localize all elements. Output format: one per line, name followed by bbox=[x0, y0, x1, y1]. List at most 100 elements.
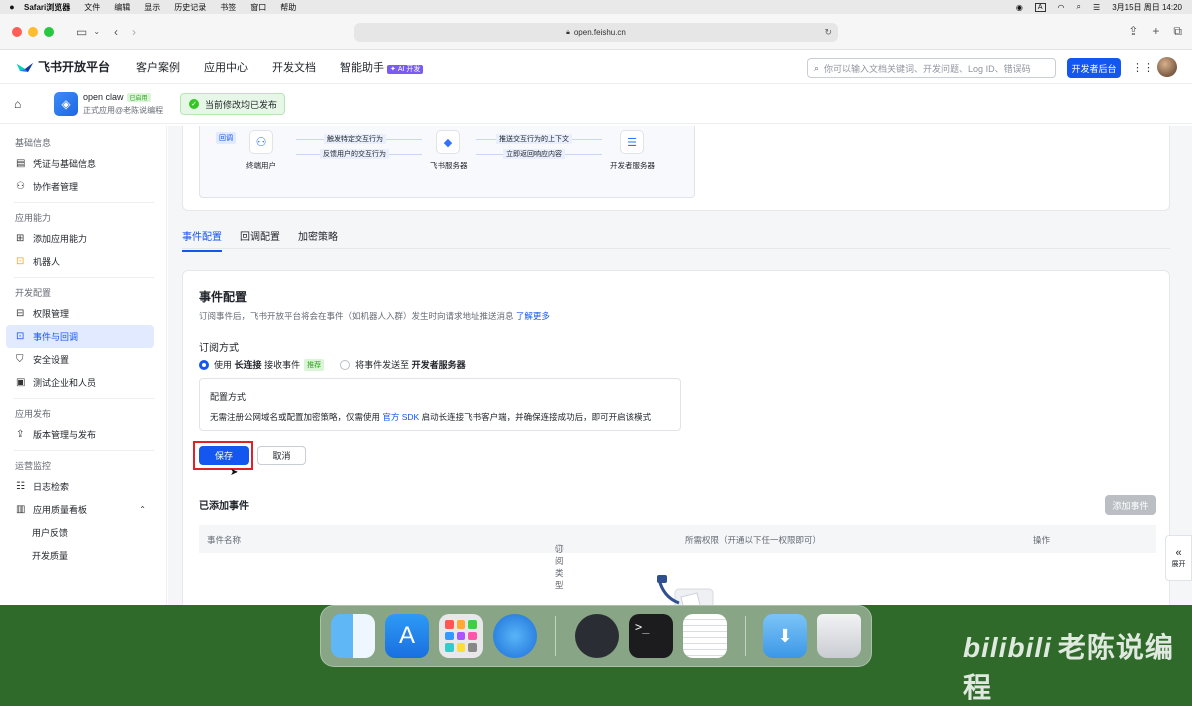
window-controls bbox=[12, 26, 54, 37]
subscription-title: 订阅方式 bbox=[199, 343, 239, 354]
finder-icon[interactable] bbox=[331, 614, 375, 658]
added-events-title: 已添加事件 bbox=[199, 501, 249, 512]
sidebar-item-collaborators[interactable]: ⚇ 协作者管理 bbox=[6, 175, 154, 198]
event-config-card: 事件配置 订阅事件后，飞书开放平台将会在事件（如机器人入群）发生时向请求地址推送… bbox=[182, 270, 1170, 605]
nav-cases[interactable]: 客户案例 bbox=[136, 59, 180, 75]
divider bbox=[14, 450, 154, 451]
chevron-down-icon[interactable]: ⌄ bbox=[93, 27, 100, 36]
menu-edit[interactable]: 编辑 bbox=[114, 2, 130, 13]
sidebar-item-bot[interactable]: ⊡ 机器人 bbox=[6, 250, 154, 273]
chart-icon: ▥ bbox=[16, 504, 26, 515]
feishu-node-icon: ◆ bbox=[436, 130, 460, 154]
menu-file[interactable]: 文件 bbox=[84, 2, 100, 13]
expand-label: 展开 bbox=[1171, 560, 1186, 568]
ai-badge: ✦ AI 开发 bbox=[387, 64, 424, 74]
close-window-icon[interactable] bbox=[12, 26, 22, 37]
sidebar-item-label: 版本管理与发布 bbox=[33, 430, 97, 440]
nav-docs[interactable]: 开发文档 bbox=[272, 59, 316, 75]
event-icon: ⊡ bbox=[16, 331, 25, 342]
sidebar-toggle-icon[interactable]: ▭ bbox=[76, 25, 87, 39]
brand-logo[interactable]: 飞书开放平台 bbox=[16, 58, 110, 75]
dock-separator bbox=[555, 616, 556, 656]
section-title: 事件配置 bbox=[199, 290, 248, 304]
sidebar-item-feedback[interactable]: 用户反馈 bbox=[6, 521, 154, 544]
address-bar[interactable]: 🔒︎ open.feishu.cn ↻ bbox=[354, 23, 838, 42]
minimize-window-icon[interactable] bbox=[28, 26, 38, 37]
menu-help[interactable]: 帮助 bbox=[280, 2, 296, 13]
share-icon[interactable]: ⇪ bbox=[1128, 24, 1138, 39]
terminal-icon[interactable]: >_ bbox=[629, 614, 673, 658]
sidebar-item-test[interactable]: ▣ 测试企业和人员 bbox=[6, 371, 154, 394]
radio-long-connection[interactable]: 使用 长连接 接收事件 推荐 bbox=[199, 358, 325, 371]
sidebar-item-events[interactable]: ⊡ 事件与回调 bbox=[6, 325, 154, 348]
cancel-button[interactable]: 取消 bbox=[257, 446, 306, 465]
user-node-icon: ⚇ bbox=[249, 130, 273, 154]
spotlight-icon[interactable]: ⌕ bbox=[1077, 2, 1081, 12]
safari-window: ▭ ⌄ ‹ › 🔒︎ open.feishu.cn ↻ ⇪ + ⧉ 飞书开放平台… bbox=[0, 14, 1192, 605]
shield-icon: ⛉ bbox=[16, 354, 24, 365]
sidebar-group-basic: 基础信息 bbox=[15, 137, 52, 148]
radio-developer-server[interactable]: 将事件发送至 开发者服务器 bbox=[340, 358, 466, 371]
opt-text: 接收事件 bbox=[264, 360, 301, 370]
app-name: open claw bbox=[83, 92, 124, 102]
back-icon[interactable]: ‹ bbox=[114, 25, 118, 39]
wifi-icon[interactable]: ◠ bbox=[1058, 3, 1065, 12]
trash-icon[interactable] bbox=[817, 614, 861, 658]
app-store-icon[interactable]: A bbox=[385, 614, 429, 658]
save-button[interactable]: 保存 bbox=[199, 446, 249, 465]
macos-dock: A >_ ⬇ bbox=[320, 605, 872, 667]
sidebar-item-logs[interactable]: ☷ 日志检索 bbox=[6, 475, 154, 498]
search-input[interactable]: ⌕ 你可以输入文档关键词、开发问题、Log ID、错误码 bbox=[807, 58, 1056, 78]
config-mode-desc: 无需注册公网域名或配置加密策略，仅需使用 官方 SDK 启动长连接飞书客户端，并… bbox=[210, 411, 651, 423]
new-tab-icon[interactable]: + bbox=[1152, 24, 1159, 39]
sidebar-item-add-capability[interactable]: ⊞ 添加应用能力 bbox=[6, 227, 154, 250]
menu-view[interactable]: 显示 bbox=[144, 2, 160, 13]
arrow-label: 触发特定交互行为 bbox=[324, 134, 386, 144]
app-icon: ◈ bbox=[54, 92, 78, 116]
sidebar-item-credentials[interactable]: ▤ 凭证与基础信息 bbox=[6, 152, 154, 175]
arrow-label: 立即返回响应内容 bbox=[503, 149, 565, 159]
bilibili-watermark: bilibili 老陈说编程 bbox=[963, 626, 1192, 706]
events-table-header: 事件名称 订阅类型 ⓘ 所需权限（开通以下任一权限即可） 操作 bbox=[199, 525, 1156, 590]
sidebar-item-security[interactable]: ⛉ 安全设置 bbox=[6, 348, 154, 371]
reload-icon[interactable]: ↻ bbox=[824, 27, 832, 38]
input-method-icon[interactable]: A bbox=[1034, 2, 1046, 12]
nav-app-center[interactable]: 应用中心 bbox=[204, 59, 248, 75]
downloads-folder-icon[interactable]: ⬇ bbox=[763, 614, 807, 658]
learn-more-link[interactable]: 了解更多 bbox=[516, 311, 550, 321]
textedit-icon[interactable] bbox=[683, 614, 727, 658]
sidebar-item-dev-quality[interactable]: 开发质量 bbox=[6, 544, 154, 567]
sidebar-item-versions[interactable]: ⇪ 版本管理与发布 bbox=[6, 423, 154, 446]
add-event-button[interactable]: 添加事件 bbox=[1105, 495, 1156, 515]
home-icon[interactable]: ⌂ bbox=[14, 97, 21, 111]
menu-app[interactable]: Safari浏览器 bbox=[24, 2, 70, 13]
radio-unchecked-icon bbox=[340, 359, 351, 370]
server-node-icon: ☰ bbox=[620, 130, 644, 154]
menu-bookmarks[interactable]: 书签 bbox=[220, 2, 236, 13]
sdk-link[interactable]: 官方 SDK bbox=[382, 412, 419, 422]
launchpad-icon[interactable] bbox=[439, 614, 483, 658]
expand-panel-button[interactable]: « 展开 bbox=[1165, 535, 1192, 581]
desc-text: 订阅事件后，飞书开放平台将会在事件（如机器人入群）发生时向请求地址推送消息 bbox=[199, 311, 514, 321]
menu-history[interactable]: 历史记录 bbox=[174, 2, 206, 13]
control-center-icon[interactable]: ☰ bbox=[1093, 3, 1100, 12]
avatar[interactable] bbox=[1157, 57, 1177, 77]
clock[interactable]: 3月15日 周日 14:20 bbox=[1112, 2, 1182, 13]
status-record-icon[interactable]: ◉ bbox=[1016, 3, 1023, 12]
quicktime-icon[interactable] bbox=[575, 614, 619, 658]
forward-icon[interactable]: › bbox=[132, 25, 136, 39]
apple-menu-icon[interactable]: ● bbox=[0, 2, 24, 12]
tab-overview-icon[interactable]: ⧉ bbox=[1173, 24, 1182, 39]
key-icon: ⊟ bbox=[16, 308, 25, 319]
recommend-badge: 推荐 bbox=[304, 358, 325, 371]
menu-window[interactable]: 窗口 bbox=[250, 2, 266, 13]
safari-icon[interactable] bbox=[493, 614, 537, 658]
sidebar-item-permissions[interactable]: ⊟ 权限管理 bbox=[6, 302, 154, 325]
developer-console-button[interactable]: 开发者后台 bbox=[1067, 58, 1121, 78]
zoom-window-icon[interactable] bbox=[44, 26, 54, 37]
help-icon[interactable]: ⓘ bbox=[555, 543, 564, 555]
nav-assistant[interactable]: 智能助手 ✦ AI 开发 bbox=[340, 59, 424, 75]
sidebar-item-label: 应用质量看板 bbox=[33, 505, 88, 515]
sidebar-item-quality[interactable]: ▥ 应用质量看板 ⌃ bbox=[6, 498, 154, 521]
sidebar-item-label: 日志检索 bbox=[33, 482, 70, 492]
